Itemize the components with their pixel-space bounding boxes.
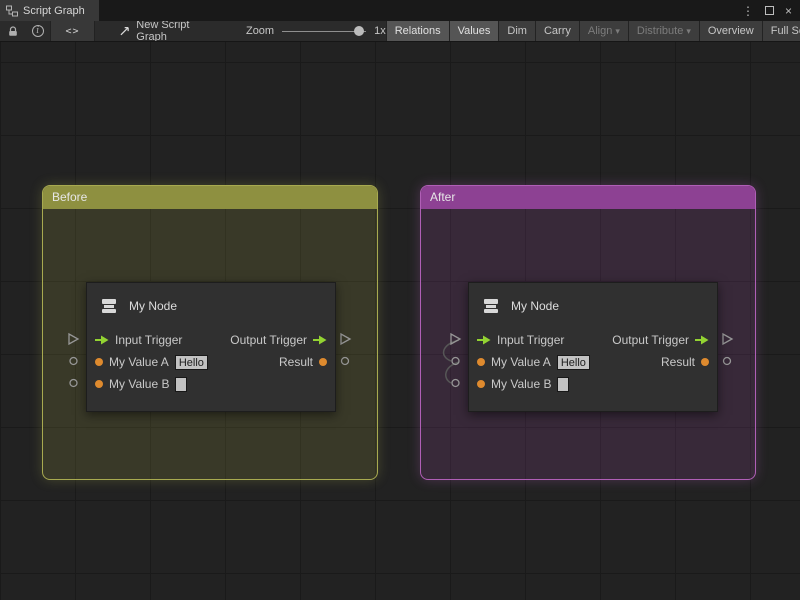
distribute-dropdown: Distribute ▾ xyxy=(628,21,699,41)
graph-canvas[interactable]: Before After xyxy=(0,42,800,600)
chevron-down-icon: ▾ xyxy=(615,26,620,37)
value-b-input[interactable] xyxy=(557,377,569,392)
zoom-value: 1x xyxy=(374,25,386,37)
info-button[interactable]: i xyxy=(25,21,50,41)
graph-tab-icon xyxy=(6,5,18,17)
unit-icon xyxy=(99,296,119,316)
overview-button[interactable]: Overview xyxy=(699,21,762,41)
value-a-row: My Value A Hello Result xyxy=(469,351,717,373)
window-menu-icon[interactable]: ⋮ xyxy=(742,4,754,18)
flow-arrow-icon[interactable] xyxy=(477,335,491,345)
unit-icon xyxy=(481,296,501,316)
port-label: My Value B xyxy=(491,377,551,391)
relations-button[interactable]: Relations xyxy=(386,21,449,41)
value-b-row: My Value B xyxy=(469,373,717,395)
value-a-row: My Value A Hello Result xyxy=(87,351,335,373)
graph-asset-icon xyxy=(119,25,131,37)
value-port-icon[interactable] xyxy=(95,358,103,366)
chevron-down-icon: ▾ xyxy=(686,26,691,37)
port-label: My Value A xyxy=(109,355,169,369)
tab-script-graph[interactable]: Script Graph xyxy=(0,0,99,21)
lock-button[interactable] xyxy=(0,21,25,41)
code-icon: <> xyxy=(65,26,79,37)
dim-button[interactable]: Dim xyxy=(498,21,535,41)
fullscreen-button[interactable]: Full Scr xyxy=(762,21,800,41)
value-port-icon[interactable] xyxy=(477,380,485,388)
trigger-row: Input Trigger Output Trigger xyxy=(87,329,335,351)
lock-icon xyxy=(7,25,19,37)
code-view-button[interactable]: <> xyxy=(50,21,95,41)
group-label: After xyxy=(430,190,455,204)
maximize-icon[interactable] xyxy=(765,6,774,15)
titlebar: Script Graph ⋮ × xyxy=(0,0,800,21)
value-a-input[interactable]: Hello xyxy=(175,355,208,370)
port-label: Output Trigger xyxy=(230,333,307,347)
group-before-header[interactable]: Before xyxy=(43,186,377,209)
trigger-row: Input Trigger Output Trigger xyxy=(469,329,717,351)
node-my-node-after[interactable]: My Node Input Trigger Output Trigger xyxy=(468,282,718,412)
graph-asset-button[interactable]: New Script Graph xyxy=(109,21,230,41)
graph-toolbar: i <> New Script Graph Zoom 1x Relations … xyxy=(0,21,800,42)
port-label: Result xyxy=(661,355,695,369)
group-after-header[interactable]: After xyxy=(421,186,755,209)
port-label: Result xyxy=(279,355,313,369)
group-label: Before xyxy=(52,190,87,204)
toolbar-button-group: Relations Values Dim Carry Align ▾ Distr… xyxy=(386,21,800,41)
value-b-row: My Value B xyxy=(87,373,335,395)
port-label: Input Trigger xyxy=(497,333,564,347)
value-port-icon[interactable] xyxy=(701,358,709,366)
close-icon[interactable]: × xyxy=(785,4,792,18)
window-controls: ⋮ × xyxy=(742,0,800,21)
port-label: Output Trigger xyxy=(612,333,689,347)
value-b-input[interactable] xyxy=(175,377,187,392)
values-button[interactable]: Values xyxy=(449,21,499,41)
align-dropdown: Align ▾ xyxy=(579,21,628,41)
port-label: Input Trigger xyxy=(115,333,182,347)
flow-arrow-icon[interactable] xyxy=(95,335,109,345)
port-label: My Value B xyxy=(109,377,169,391)
tab-label: Script Graph xyxy=(23,5,85,17)
zoom-control: Zoom 1x xyxy=(246,21,386,41)
value-a-input[interactable]: Hello xyxy=(557,355,590,370)
unity-window: Script Graph ⋮ × i <> New Script Graph xyxy=(0,0,800,600)
node-header[interactable]: My Node xyxy=(469,283,717,329)
zoom-slider[interactable] xyxy=(282,21,366,42)
flow-arrow-icon[interactable] xyxy=(313,335,327,345)
zoom-slider-handle[interactable] xyxy=(354,26,364,36)
node-my-node-before[interactable]: My Node Input Trigger Output Trigger xyxy=(86,282,336,412)
flow-arrow-icon[interactable] xyxy=(695,335,709,345)
zoom-label: Zoom xyxy=(246,25,274,37)
value-port-icon[interactable] xyxy=(95,380,103,388)
carry-button[interactable]: Carry xyxy=(535,21,579,41)
node-title: My Node xyxy=(511,299,559,313)
port-label: My Value A xyxy=(491,355,551,369)
info-icon: i xyxy=(32,25,44,37)
value-port-icon[interactable] xyxy=(477,358,485,366)
value-port-icon[interactable] xyxy=(319,358,327,366)
node-header[interactable]: My Node xyxy=(87,283,335,329)
node-title: My Node xyxy=(129,299,177,313)
graph-name: New Script Graph xyxy=(136,21,220,42)
